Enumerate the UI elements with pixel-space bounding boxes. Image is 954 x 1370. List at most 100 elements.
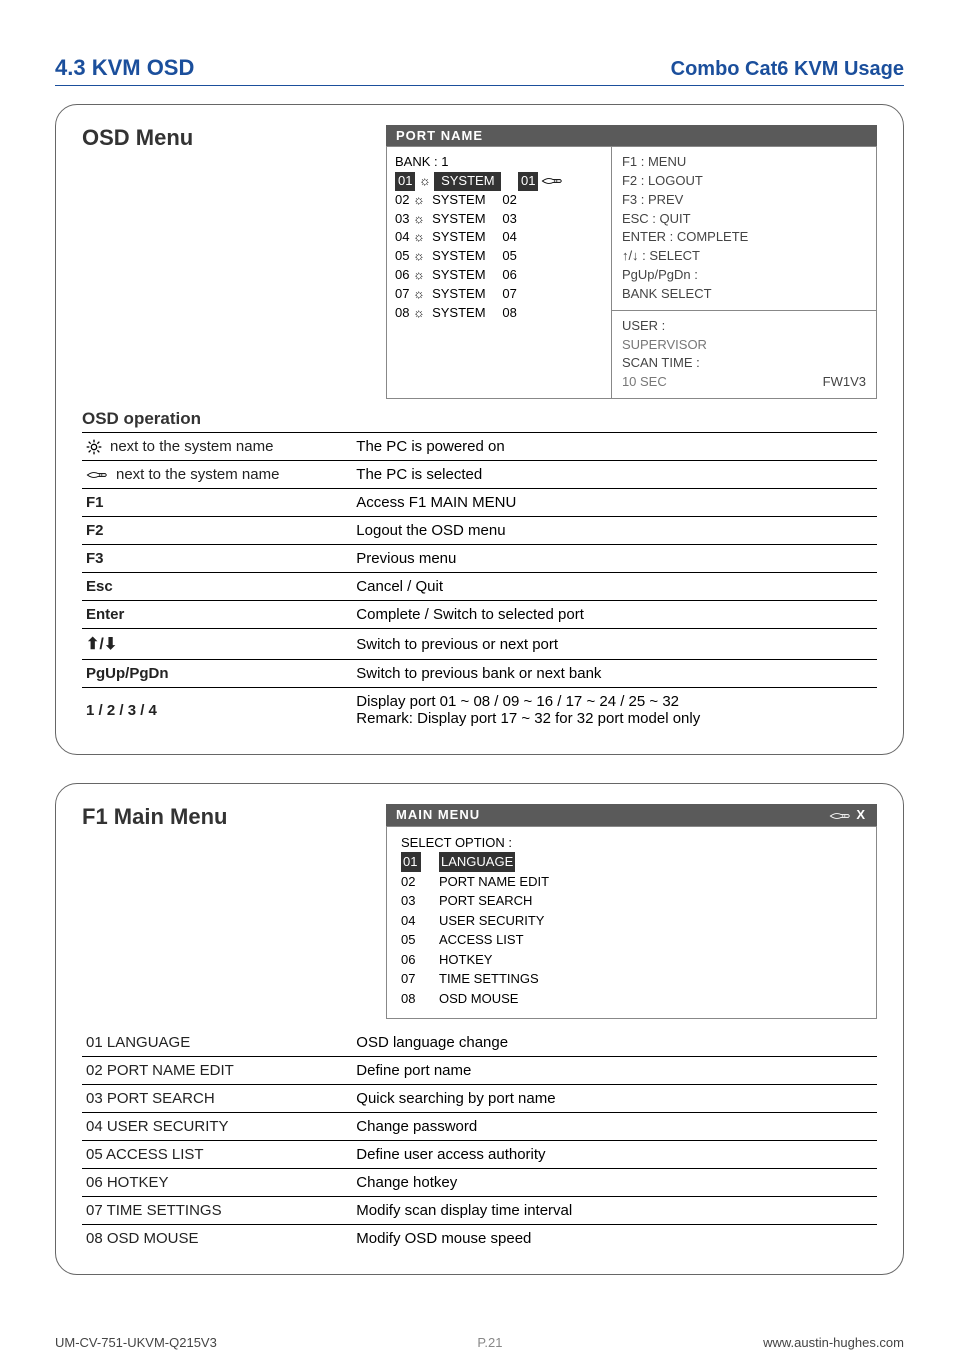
op-key: F3 bbox=[82, 545, 352, 573]
f1-main-menu-panel: F1 Main Menu MAIN MENU X SELECT OPTION :… bbox=[55, 783, 904, 1275]
select-option-label: SELECT OPTION : bbox=[401, 833, 854, 853]
main-menu-operation-table: 01 LANGUAGEOSD language change02 PORT NA… bbox=[82, 1029, 877, 1252]
op-key: 07 TIME SETTINGS bbox=[82, 1197, 352, 1225]
website-url: www.austin-hughes.com bbox=[763, 1335, 904, 1350]
table-row: ⬆/⬇ Switch to previous or next port bbox=[82, 629, 877, 660]
op-key: Esc bbox=[82, 573, 352, 601]
op-key: 06 HOTKEY bbox=[82, 1169, 352, 1197]
op-desc: Previous menu bbox=[352, 545, 877, 573]
op-key: PgUp/PgDn bbox=[82, 660, 352, 688]
key-hint: BANK SELECT bbox=[622, 285, 866, 304]
sun-icon: ☼ bbox=[412, 304, 425, 323]
osd-main-menu-window: MAIN MENU X SELECT OPTION : 01LANGUAGE02… bbox=[386, 804, 877, 1019]
op-desc: Modify scan display time interval bbox=[352, 1197, 877, 1225]
sun-icon: ☼ bbox=[412, 210, 425, 229]
op-desc: Switch to previous bank or next bank bbox=[352, 660, 877, 688]
section-number-title: 4.3 KVM OSD bbox=[55, 55, 194, 81]
op-key: 08 OSD MOUSE bbox=[82, 1225, 352, 1253]
main-menu-item: 01LANGUAGE bbox=[401, 852, 854, 872]
op-desc: OSD language change bbox=[352, 1029, 877, 1057]
op-desc: The PC is selected bbox=[352, 461, 877, 489]
op-desc: Change hotkey bbox=[352, 1169, 877, 1197]
port-row: 08☼ SYSTEM 08 bbox=[395, 304, 603, 323]
firmware-version: FW1V3 bbox=[823, 373, 866, 392]
page-category: Combo Cat6 KVM Usage bbox=[671, 58, 904, 81]
sun-icon: ☼ bbox=[412, 228, 425, 247]
table-row: F2Logout the OSD menu bbox=[82, 517, 877, 545]
key-hint: F3 : PREV bbox=[622, 191, 866, 210]
bank-label: BANK : 1 bbox=[395, 153, 603, 172]
key-hint: F2 : LOGOUT bbox=[622, 172, 866, 191]
op-desc: Display port 01 ~ 08 / 09 ~ 16 / 17 ~ 24… bbox=[352, 688, 877, 733]
op-desc: Define port name bbox=[352, 1057, 877, 1085]
sun-icon bbox=[86, 439, 102, 455]
main-menu-item: 07TIME SETTINGS bbox=[401, 969, 854, 989]
table-row: 06 HOTKEYChange hotkey bbox=[82, 1169, 877, 1197]
op-desc: Logout the OSD menu bbox=[352, 517, 877, 545]
port-row: 03☼ SYSTEM 03 bbox=[395, 210, 603, 229]
op-desc: Switch to previous or next port bbox=[352, 629, 877, 660]
osd-port-name-window: PORT NAME BANK : 1 01☼ SYSTEM 0102☼ SYST… bbox=[386, 125, 877, 399]
table-row: 02 PORT NAME EDITDefine port name bbox=[82, 1057, 877, 1085]
key-hint: ↑/↓ : SELECT bbox=[622, 247, 866, 266]
op-key: 01 LANGUAGE bbox=[82, 1029, 352, 1057]
osd-operation-table: next to the system nameThe PC is powered… bbox=[82, 433, 877, 732]
op-desc: Define user access authority bbox=[352, 1141, 877, 1169]
op-desc: Access F1 MAIN MENU bbox=[352, 489, 877, 517]
port-row: 02☼ SYSTEM 02 bbox=[395, 191, 603, 210]
key-hint: PgUp/PgDn : bbox=[622, 266, 866, 285]
sun-icon: ☼ bbox=[412, 285, 425, 304]
port-row: 05☼ SYSTEM 05 bbox=[395, 247, 603, 266]
op-key: next to the system name bbox=[82, 433, 352, 461]
port-row: 01☼ SYSTEM 01 bbox=[395, 172, 603, 191]
table-row: 1 / 2 / 3 / 4Display port 01 ~ 08 / 09 ~… bbox=[82, 688, 877, 733]
op-desc: Change password bbox=[352, 1113, 877, 1141]
op-desc: Modify OSD mouse speed bbox=[352, 1225, 877, 1253]
sun-icon: ☼ bbox=[412, 247, 425, 266]
op-key: F1 bbox=[82, 489, 352, 517]
page-footer: UM-CV-751-UKVM-Q215V3 P.21 www.austin-hu… bbox=[55, 1335, 904, 1350]
table-row: next to the system nameThe PC is selecte… bbox=[82, 461, 877, 489]
table-row: EnterComplete / Switch to selected port bbox=[82, 601, 877, 629]
key-hint: ENTER : COMPLETE bbox=[622, 228, 866, 247]
key-hint: F1 : MENU bbox=[622, 153, 866, 172]
main-menu-item: 05ACCESS LIST bbox=[401, 930, 854, 950]
sun-icon: ☼ bbox=[418, 172, 431, 191]
table-row: 07 TIME SETTINGSModify scan display time… bbox=[82, 1197, 877, 1225]
table-row: next to the system nameThe PC is powered… bbox=[82, 433, 877, 461]
table-row: 08 OSD MOUSEModify OSD mouse speed bbox=[82, 1225, 877, 1253]
osd-key-hints: F1 : MENUF2 : LOGOUTF3 : PREVESC : QUITE… bbox=[612, 147, 876, 311]
op-key: Enter bbox=[82, 601, 352, 629]
port-row: 06☼ SYSTEM 06 bbox=[395, 266, 603, 285]
f1-main-menu-title: F1 Main Menu bbox=[82, 804, 362, 830]
main-menu-item: 04USER SECURITY bbox=[401, 911, 854, 931]
arrow-up-down-icon: ⬆/⬇ bbox=[86, 636, 117, 653]
osd-status-box: USER : SUPERVISOR SCAN TIME : 10 SEC FW1… bbox=[612, 311, 876, 398]
op-key: 02 PORT NAME EDIT bbox=[82, 1057, 352, 1085]
port-row: 04☼ SYSTEM 04 bbox=[395, 228, 603, 247]
table-row: 01 LANGUAGEOSD language change bbox=[82, 1029, 877, 1057]
osd-port-list: BANK : 1 01☼ SYSTEM 0102☼ SYSTEM 0203☼ S… bbox=[387, 147, 612, 398]
hand-icon bbox=[541, 174, 563, 188]
main-menu-header-icons: X bbox=[829, 807, 867, 823]
table-row: EscCancel / Quit bbox=[82, 573, 877, 601]
op-key: 03 PORT SEARCH bbox=[82, 1085, 352, 1113]
main-menu-window-title: MAIN MENU bbox=[396, 807, 480, 822]
op-key: 04 USER SECURITY bbox=[82, 1113, 352, 1141]
main-menu-item: 02PORT NAME EDIT bbox=[401, 872, 854, 892]
sun-icon: ☼ bbox=[412, 266, 425, 285]
user-value: SUPERVISOR bbox=[622, 336, 866, 355]
osd-menu-panel: OSD Menu PORT NAME BANK : 1 01☼ SYSTEM 0… bbox=[55, 104, 904, 755]
op-key: 05 ACCESS LIST bbox=[82, 1141, 352, 1169]
op-key: ⬆/⬇ bbox=[82, 629, 352, 660]
table-row: 03 PORT SEARCHQuick searching by port na… bbox=[82, 1085, 877, 1113]
main-menu-item: 03PORT SEARCH bbox=[401, 891, 854, 911]
key-hint: ESC : QUIT bbox=[622, 210, 866, 229]
doc-code: UM-CV-751-UKVM-Q215V3 bbox=[55, 1335, 217, 1350]
op-key: next to the system name bbox=[82, 461, 352, 489]
scan-time-value: 10 SEC bbox=[622, 374, 667, 389]
op-key: F2 bbox=[82, 517, 352, 545]
page-header: 4.3 KVM OSD Combo Cat6 KVM Usage bbox=[55, 55, 904, 86]
osd-operation-heading: OSD operation bbox=[82, 409, 877, 433]
table-row: 05 ACCESS LISTDefine user access authori… bbox=[82, 1141, 877, 1169]
